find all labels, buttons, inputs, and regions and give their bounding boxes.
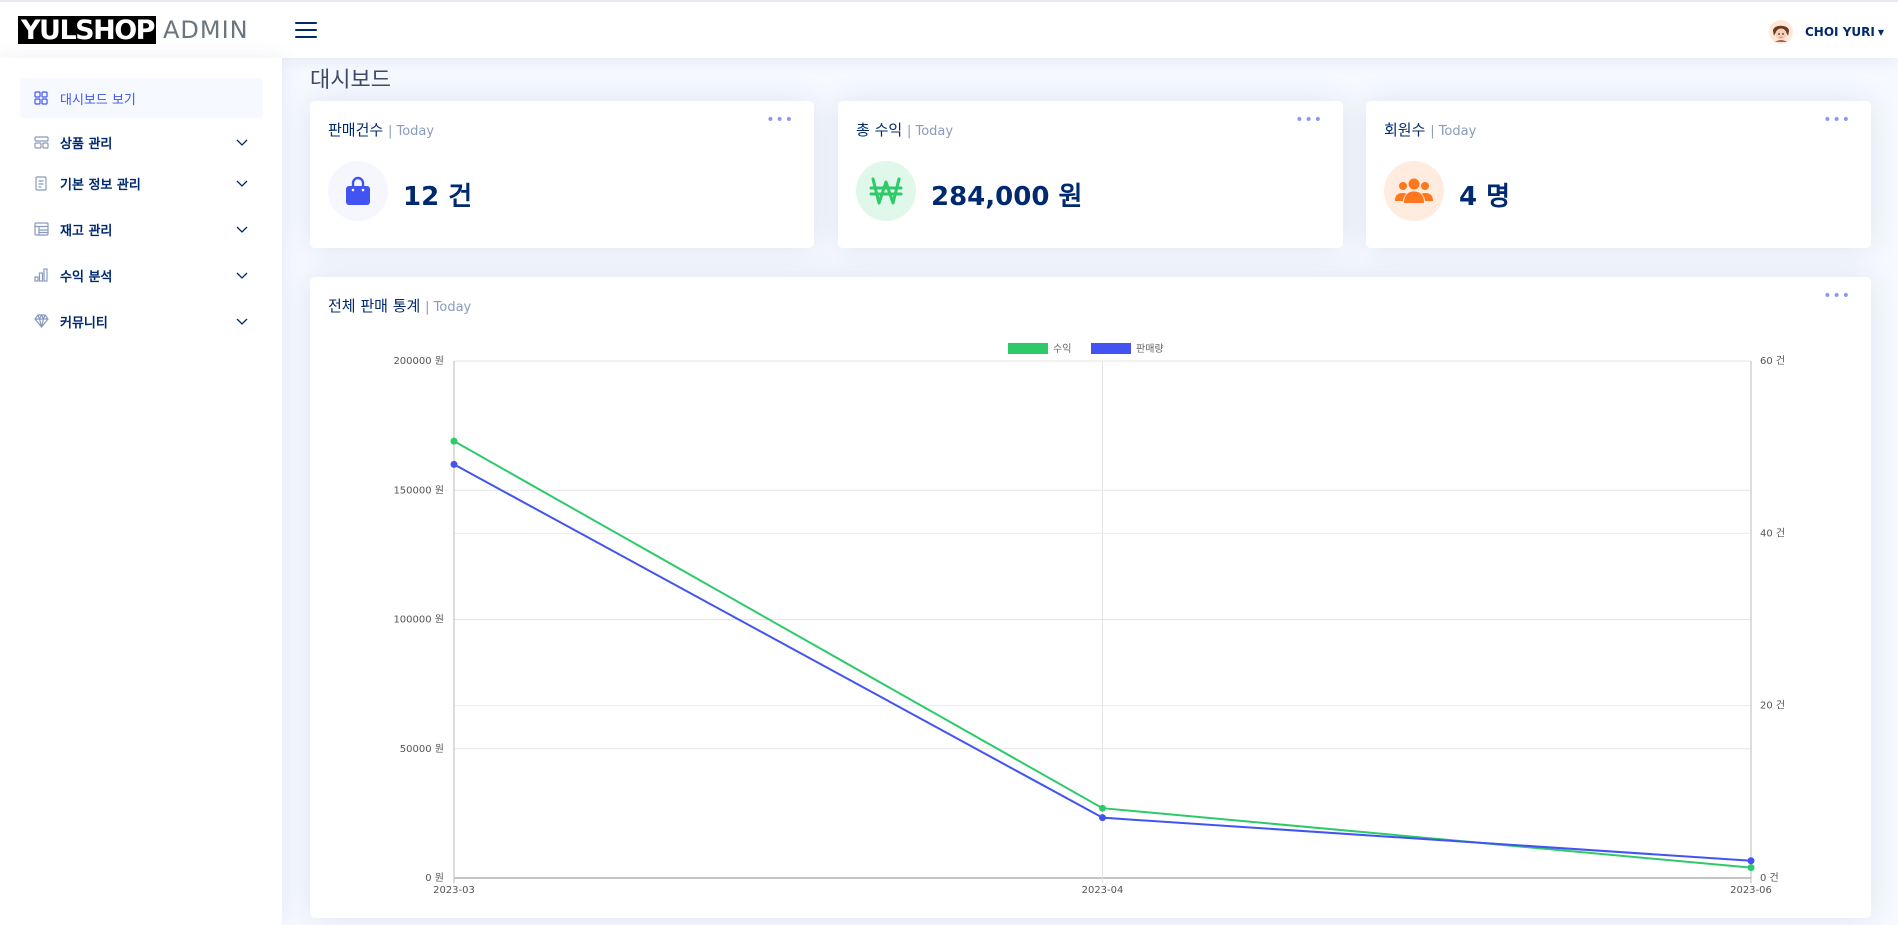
chevron-down-icon [236, 139, 248, 146]
table-icon [33, 221, 49, 237]
data-point [1099, 814, 1106, 822]
card-subtitle: | Today [387, 124, 435, 139]
y-right-tick-label: 40 건 [1760, 527, 1785, 539]
y-right-tick-label: 0 건 [1760, 872, 1779, 884]
data-point [1747, 857, 1755, 865]
card-title: 총 수익 | Today [856, 119, 953, 140]
gem-icon [33, 313, 49, 329]
sales-card: 판매건수 | Today ••• 12 건 [310, 101, 814, 248]
line-chart: 0 원 50000 원 100000 원 150000 원 200000 원 0 건 20 … [393, 343, 1785, 896]
y-left-tick-label: 200000 원 [393, 355, 444, 367]
sales-count-value: 12 건 [403, 182, 473, 212]
sidebar-item-label: 상품 관리 [60, 136, 113, 152]
top-header: YULSHOP ADMIN CHOI YURI ▼ [0, 0, 1898, 58]
more-options-icon[interactable]: ••• [766, 112, 794, 128]
revenue-card: 총 수익 | Today ••• 284,000 원 [838, 101, 1343, 248]
y-left-tick-label: 150000 원 [393, 484, 444, 496]
sidebar-item-inventory[interactable]: 재고 관리 [20, 209, 263, 249]
data-point [1099, 804, 1106, 812]
shopping-bag-icon [328, 161, 388, 221]
chevron-down-icon [236, 180, 248, 187]
sidebar-item-label: 재고 관리 [60, 223, 113, 239]
card-title: 판매건수 | Today [328, 119, 434, 140]
members-value: 4 명 [1459, 182, 1511, 212]
chevron-down-icon [236, 226, 248, 233]
y-left-tick-label: 100000 원 [393, 614, 444, 626]
legend-swatch [1008, 343, 1048, 354]
layout-icon [33, 134, 49, 150]
won-icon [856, 161, 916, 221]
x-tick-label: 2023-03 [433, 885, 475, 896]
data-point [1747, 864, 1755, 872]
profile-name: CHOI YURI [1805, 25, 1875, 39]
card-title-text: 판매건수 [328, 121, 384, 139]
revenue-value: 284,000 원 [931, 182, 1083, 212]
sidebar-item-products[interactable]: 상품 관리 [20, 122, 263, 162]
avatar [1769, 20, 1793, 44]
sidebar-item-label: 대시보드 보기 [60, 92, 136, 108]
card-title: 회원수 | Today [1384, 119, 1476, 140]
y-right-tick-label: 60 건 [1760, 355, 1785, 367]
sidebar: 대시보드 보기 상품 관리 기본 정보 관리 재고 관리 수익 분석 커뮤니티 [0, 58, 282, 925]
sidebar-item-basic-info[interactable]: 기본 정보 관리 [20, 163, 263, 203]
legend-label: 수익 [1053, 343, 1071, 355]
y-right-tick-label: 20 건 [1760, 700, 1785, 712]
members-card: 회원수 | Today ••• 4 명 [1366, 101, 1871, 248]
card-subtitle: | Today [906, 124, 954, 139]
bar-chart-icon [33, 267, 49, 283]
chevron-down-icon [236, 318, 248, 325]
logo[interactable]: YULSHOP ADMIN [18, 16, 249, 44]
people-icon [1384, 161, 1444, 221]
card-title-text: 회원수 [1384, 121, 1426, 139]
card-subtitle: | Today [1430, 124, 1477, 139]
sales-stats-card: 전체 판매 통계 | Today ••• 0 원 50000 원 100000 원1… [310, 277, 1871, 918]
y-left-tick-label: 50000 원 [400, 743, 444, 755]
y-left-tick-label: 0 원 [425, 872, 444, 884]
data-point [450, 460, 458, 468]
data-point [450, 437, 458, 445]
logo-admin-text: ADMIN [162, 16, 249, 44]
sidebar-item-label: 수익 분석 [60, 269, 113, 285]
sidebar-item-label: 커뮤니티 [60, 315, 108, 331]
sidebar-item-community[interactable]: 커뮤니티 [20, 301, 263, 341]
page-title: 대시보드 [310, 68, 391, 93]
grid-icon [33, 90, 49, 106]
more-options-icon[interactable]: ••• [1295, 112, 1323, 128]
legend-label: 판매량 [1136, 343, 1164, 355]
card-title-text: 총 수익 [856, 121, 903, 139]
menu-toggle-icon[interactable] [295, 22, 317, 40]
chevron-down-icon: ▼ [1877, 27, 1884, 37]
x-tick-label: 2023-04 [1082, 885, 1124, 896]
sidebar-item-dashboard[interactable]: 대시보드 보기 [20, 78, 263, 118]
chevron-down-icon [236, 272, 248, 279]
legend-swatch [1091, 343, 1131, 354]
more-options-icon[interactable]: ••• [1823, 112, 1851, 128]
profile-dropdown[interactable]: CHOI YURI ▼ [1769, 20, 1884, 44]
x-tick-label: 2023-06 [1730, 885, 1772, 896]
sidebar-item-label: 기본 정보 관리 [60, 177, 141, 193]
logo-brand: YULSHOP [18, 16, 156, 44]
sidebar-item-revenue-analysis[interactable]: 수익 분석 [20, 255, 263, 295]
document-icon [33, 175, 49, 191]
